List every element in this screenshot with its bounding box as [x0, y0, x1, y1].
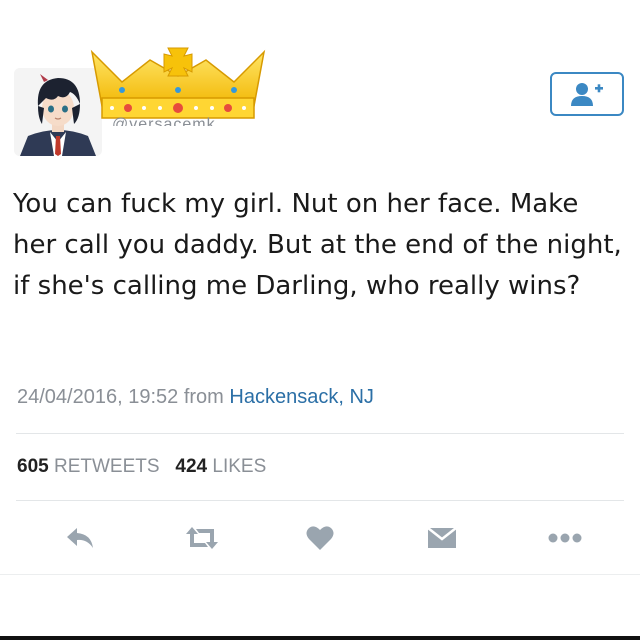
from-label: from: [183, 386, 224, 408]
reply-button[interactable]: [60, 518, 100, 558]
retweets-stat[interactable]: 605 RETWEETS: [17, 456, 160, 477]
envelope-icon: [427, 527, 457, 548]
add-user-icon: [571, 83, 603, 106]
like-button[interactable]: [300, 518, 340, 558]
tweet-text: You can fuck my girl. Nut on her face. M…: [13, 189, 622, 301]
divider: [0, 574, 640, 575]
retweet-button[interactable]: [182, 518, 222, 558]
follow-button[interactable]: [550, 72, 624, 116]
tweet-location[interactable]: Hackensack, NJ: [229, 386, 374, 408]
direct-message-button[interactable]: [422, 518, 462, 558]
likes-stat[interactable]: 424 LIKES: [175, 456, 266, 477]
heart-icon: [306, 526, 334, 550]
tweet-datetime[interactable]: 24/04/2016, 19:52: [17, 386, 178, 408]
retweets-count: 605: [17, 456, 49, 477]
crown-icon: [90, 47, 266, 119]
divider: [16, 500, 624, 501]
tweet-stats: 605 RETWEETS 424 LIKES: [17, 456, 266, 478]
reply-icon: [67, 528, 93, 548]
likes-count: 424: [175, 456, 208, 477]
tweet-meta: 24/04/2016, 19:52 from Hackensack, NJ: [17, 386, 374, 409]
likes-label: LIKES: [212, 456, 267, 477]
more-icon: [548, 533, 582, 543]
retweets-label: RETWEETS: [53, 456, 160, 477]
profile-handle[interactable]: @versacemk: [112, 114, 216, 126]
divider: [16, 433, 624, 434]
bottom-border: [0, 636, 640, 640]
tweet-actions: [0, 518, 640, 558]
retweet-icon: [186, 527, 218, 549]
more-button[interactable]: [545, 518, 585, 558]
